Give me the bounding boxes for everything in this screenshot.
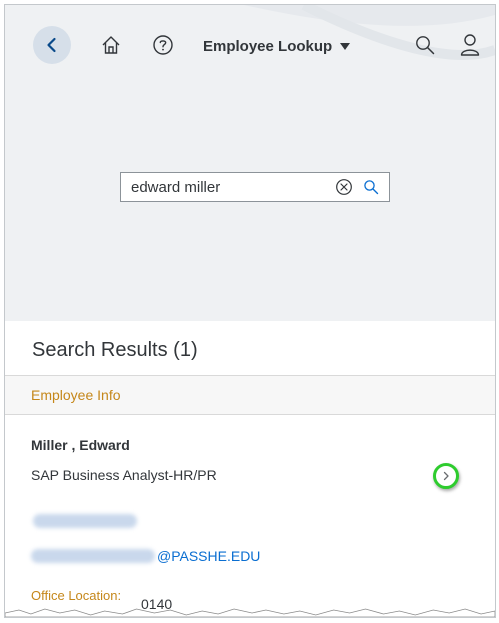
help-icon <box>153 35 173 55</box>
top-bar: Employee Lookup <box>5 5 495 79</box>
search-field <box>120 172 390 202</box>
results-title: Search Results (1) <box>32 339 198 361</box>
email-domain: @PASSHE.EDU <box>157 548 261 564</box>
shell-search-button[interactable] <box>409 29 441 61</box>
email-link[interactable]: @PASSHE.EDU <box>31 546 260 566</box>
clear-icon <box>335 179 352 195</box>
search-button[interactable] <box>358 173 386 201</box>
search-icon <box>416 36 435 55</box>
home-button[interactable] <box>95 29 127 61</box>
navigate-button[interactable] <box>433 463 459 489</box>
caret-down-icon <box>340 42 351 50</box>
app-title: Employee Lookup <box>203 37 333 55</box>
employee-name: Miller , Edward <box>31 437 130 453</box>
help-button[interactable] <box>147 29 179 61</box>
clear-button[interactable] <box>330 173 358 201</box>
phone-redacted[interactable] <box>33 514 137 528</box>
shell-header: Employee Lookup <box>5 5 495 321</box>
app-title-menu[interactable]: Employee Lookup <box>203 35 351 57</box>
list-item[interactable]: Miller , Edward SAP Business Analyst-HR/… <box>5 416 495 617</box>
employee-job-title: SAP Business Analyst-HR/PR <box>31 467 217 483</box>
search-input[interactable] <box>121 173 330 201</box>
user-icon <box>460 34 480 56</box>
email-redacted <box>31 549 155 563</box>
user-button[interactable] <box>454 29 486 61</box>
group-header: Employee Info <box>5 375 495 415</box>
search-icon <box>364 180 379 195</box>
app-window: Employee Lookup edward miller Search Res… <box>4 4 496 618</box>
office-location-label: Office Location: <box>31 588 122 603</box>
chevron-left-icon <box>47 37 56 53</box>
home-icon <box>102 36 120 54</box>
torn-edge <box>5 608 495 617</box>
chevron-right-icon <box>443 471 449 481</box>
back-button[interactable] <box>33 26 71 64</box>
group-label: Employee Info <box>31 387 121 403</box>
